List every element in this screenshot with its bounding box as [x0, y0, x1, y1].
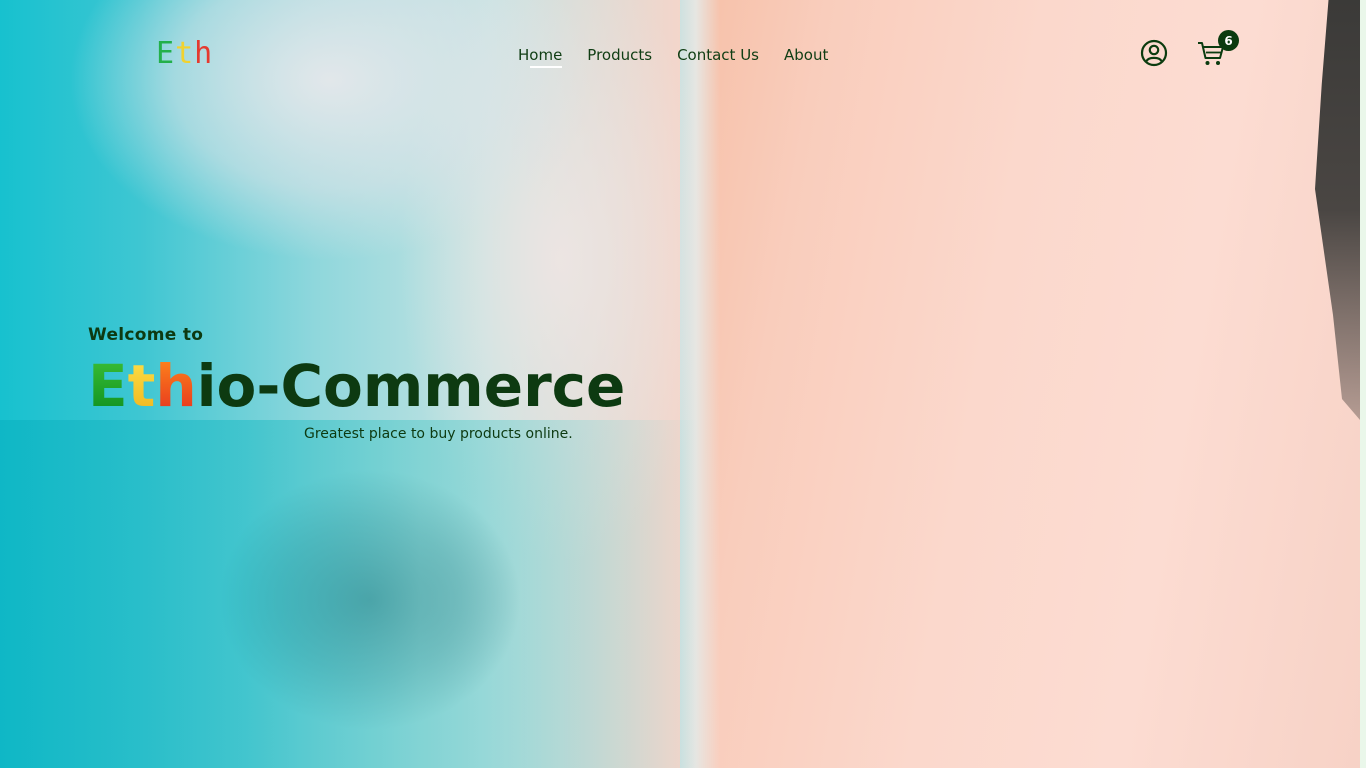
page-edge-strip [1360, 0, 1366, 768]
hero-tagline: Greatest place to buy products online. [304, 426, 573, 442]
cart-count-badge: 6 [1218, 30, 1239, 51]
logo[interactable]: Eth [156, 36, 213, 71]
hero-title-rest: io-Commerce [196, 352, 626, 420]
sea-lower-gradient [0, 420, 700, 768]
hero-title: Ethio-Commerce [88, 352, 625, 420]
hero-title-letter-t: t [127, 352, 156, 420]
navbar: Eth Home Products Contact Us About 6 [0, 0, 1366, 110]
nav-link-home[interactable]: Home [518, 46, 563, 68]
logo-letter-e: E [156, 36, 176, 71]
landing-page: Eth Home Products Contact Us About 6 Wel… [0, 0, 1366, 768]
hero-welcome-text: Welcome to [88, 325, 204, 345]
hero-title-letter-e: E [88, 352, 128, 420]
nav-link-about[interactable]: About [784, 46, 828, 64]
nav-link-contact-us[interactable]: Contact Us [677, 46, 759, 64]
user-circle-icon[interactable] [1140, 39, 1168, 67]
logo-letter-h: h [194, 36, 214, 71]
hero-title-letter-h: h [155, 352, 197, 420]
logo-letter-t: t [175, 36, 195, 71]
main-nav: Home Products Contact Us About [518, 46, 828, 68]
nav-link-products[interactable]: Products [587, 46, 652, 64]
beach-background [680, 0, 1360, 768]
